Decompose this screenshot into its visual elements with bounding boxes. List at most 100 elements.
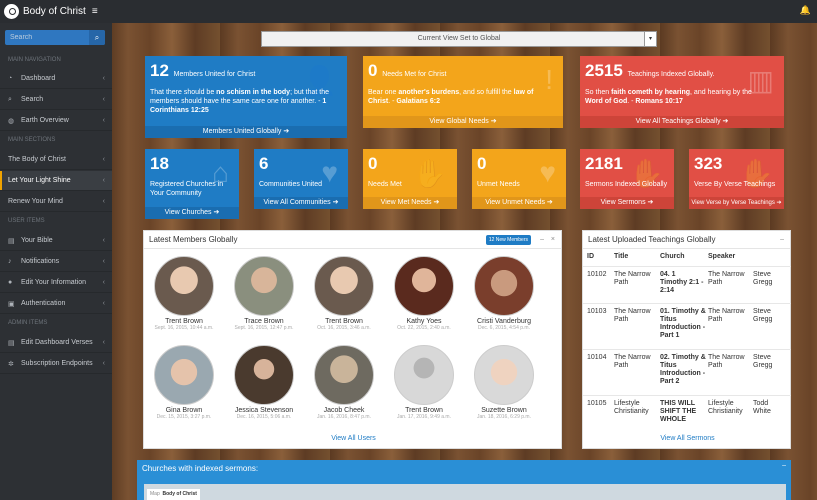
caret-down-icon: ▾: [644, 32, 656, 46]
member-card[interactable]: Jessica Stevenson Dec. 16, 2015, 5:06 a.m…: [224, 345, 304, 420]
sidebar-item-edit-your-information[interactable]: ● Edit Your Information ‹: [0, 273, 112, 293]
members-verse: That there should be no schism in the bo…: [150, 89, 329, 114]
latest-teachings-header: Latest Uploaded Teachings Globally –: [583, 231, 790, 249]
latest-members-title: Latest Members Globally: [149, 235, 238, 244]
member-card[interactable]: Trent Brown Oct. 16, 2015, 3:46 a.m.: [304, 256, 384, 331]
view-churches-link[interactable]: View Churches ➔: [145, 207, 239, 219]
table-row[interactable]: 10103 The Narrow Path 01. Timothy & Titu…: [583, 304, 791, 350]
view-all-sermons-link[interactable]: View All Sermons: [583, 435, 792, 442]
member-card[interactable]: Kathy Yoes Oct. 22, 2015, 2:40 a.m.: [384, 256, 464, 331]
chevron-left-icon: ‹: [102, 177, 105, 184]
section-user-items: USER ITEMS: [8, 218, 45, 224]
minimize-icon[interactable]: –: [540, 231, 544, 249]
sidebar-item-authentication[interactable]: ▣ Authentication ‹: [0, 294, 112, 314]
chevron-left-icon: ‹: [102, 75, 105, 82]
map-type-tab[interactable]: Map Body of Christ: [147, 489, 200, 500]
sidebar-item-search[interactable]: ⌕ Search ‹: [0, 90, 112, 110]
chevron-left-icon: ‹: [102, 237, 105, 244]
chevron-left-icon: ‹: [102, 198, 105, 205]
globe-icon: ◍: [8, 117, 15, 125]
view-sermons-link[interactable]: View Sermons ➔: [580, 197, 674, 209]
avatar: [314, 256, 374, 316]
view-verse-by-verse-link[interactable]: View Verse by Verse Teachings ➔: [689, 197, 784, 209]
latest-teachings-panel: Latest Uploaded Teachings Globally – ID …: [582, 230, 791, 449]
member-card[interactable]: Trent Brown Sept. 16, 2015, 10:44 a.m.: [144, 256, 224, 331]
view-communities-link[interactable]: View All Communities ➔: [254, 197, 348, 209]
user-icon: ●: [8, 279, 13, 286]
unmet-needs-tile: 0 ♥ Unmet Needs View Unmet Needs ➔: [472, 149, 566, 209]
minimize-icon[interactable]: –: [780, 231, 784, 249]
churches-map-panel: Churches with indexed sermons: – Map Bod…: [137, 460, 791, 500]
global-needs-link[interactable]: View Global Needs ➔: [363, 116, 563, 128]
sidebar-item-your-bible[interactable]: ▤ Your Bible ‹: [0, 231, 112, 251]
search-button[interactable]: ⌕: [89, 30, 105, 45]
map-title: Churches with indexed sermons:: [142, 464, 259, 473]
table-row[interactable]: 10102 The Narrow Path 04. 1 Timothy 2:1 …: [583, 267, 791, 304]
map-canvas[interactable]: [144, 484, 786, 500]
view-set-label: Current View Set to Global: [417, 35, 501, 42]
view-met-needs-link[interactable]: View Met Needs ➔: [363, 197, 457, 209]
book-icon: ▤: [8, 339, 15, 347]
sidebar-item-earth-overview[interactable]: ◍ Earth Overview ‹: [0, 111, 112, 131]
chevron-left-icon: ‹: [102, 339, 105, 346]
view-unmet-needs-link[interactable]: View Unmet Needs ➔: [472, 197, 566, 209]
member-card[interactable]: Trent Brown Jan. 17, 2016, 9:49 a.m.: [384, 345, 464, 420]
avatar: [314, 345, 374, 405]
needs-verse: Bear one another's burdens, and so fulfi…: [368, 89, 534, 105]
needs-met-tile: 0 Needs Met for Christ ! Bear one anothe…: [363, 56, 563, 128]
section-main-navigation: MAIN NAVIGATION: [8, 57, 61, 63]
view-all-users-link[interactable]: View All Users: [144, 435, 563, 442]
new-members-badge: 12 New Members: [485, 235, 531, 245]
gear-icon: ✲: [8, 360, 14, 368]
sidebar-item-dashboard[interactable]: ◔ Dashboard ‹: [0, 69, 112, 89]
avatar: [394, 256, 454, 316]
table-row[interactable]: 10104 The Narrow Path 02. Timothy & Titu…: [583, 350, 791, 396]
teachings-indexed-tile: 2515 Teachings Indexed Globally. ▥ So th…: [580, 56, 784, 128]
latest-teachings-title: Latest Uploaded Teachings Globally: [588, 235, 716, 244]
top-bar: Body of Christ ≡ 🔔: [0, 0, 817, 23]
avatar: [474, 256, 534, 316]
member-card[interactable]: Trace Brown Sept. 16, 2015, 12:47 p.m.: [224, 256, 304, 331]
latest-members-header: Latest Members Globally 12 New Members –…: [144, 231, 561, 249]
latest-members-panel: Latest Members Globally 12 New Members –…: [143, 230, 562, 449]
avatar: [474, 345, 534, 405]
section-admin-items: ADMIN ITEMS: [8, 320, 48, 326]
lock-icon: ▣: [8, 300, 15, 308]
chevron-left-icon: ‹: [102, 300, 105, 307]
sidebar-item-let-your-light-shine[interactable]: Let Your Light Shine ‹: [0, 171, 112, 191]
book-icon: ▤: [8, 237, 15, 245]
search-icon: ⌕: [94, 33, 100, 42]
close-icon[interactable]: ×: [551, 231, 555, 249]
member-card[interactable]: Cristi Vanderburg Dec. 6, 2015, 4:54 p.m.: [464, 256, 544, 331]
chevron-left-icon: ‹: [102, 117, 105, 124]
table-row[interactable]: 10105 Lifestyle Christianity THIS WILL S…: [583, 396, 791, 432]
member-card[interactable]: Gina Brown Dec. 15, 2015, 3:27 p.m.: [144, 345, 224, 420]
member-card[interactable]: Suzette Brown Jan. 18, 2016, 6:29 p.m.: [464, 345, 544, 420]
brand[interactable]: Body of Christ ≡: [4, 3, 98, 20]
sidebar-search: ⌕: [5, 30, 105, 45]
sidebar-item-notifications[interactable]: ♪ Notifications ‹: [0, 252, 112, 272]
search-input[interactable]: [5, 30, 89, 45]
bell-icon[interactable]: 🔔: [800, 5, 811, 16]
search-icon: ⌕: [8, 95, 12, 103]
default-avatar-icon: [394, 345, 454, 405]
chevron-left-icon: ‹: [102, 360, 105, 367]
sermons-indexed-tile: 2181 ✋ Sermons Indexed Globally View Ser…: [580, 149, 674, 209]
members-united-link[interactable]: Members United Globally ➔: [145, 126, 347, 138]
view-set-select[interactable]: Current View Set to Global ▾: [261, 31, 657, 47]
needs-met-small-tile: 0 ✋ Needs Met View Met Needs ➔: [363, 149, 457, 209]
minimize-icon[interactable]: –: [782, 462, 786, 469]
avatar: [234, 256, 294, 316]
registered-churches-tile: 18 ⌂ Registered Churches in Your Communi…: [145, 149, 239, 219]
dashboard-icon: ◔: [8, 75, 13, 82]
sidebar-item-renew-your-mind[interactable]: Renew Your Mind ‹: [0, 192, 112, 212]
all-teachings-link[interactable]: View All Teachings Globally ➔: [580, 116, 784, 128]
chevron-left-icon: ‹: [102, 258, 105, 265]
sidebar-item-body-of-christ[interactable]: The Body of Christ ‹: [0, 150, 112, 170]
sidebar-item-edit-dashboard-verses[interactable]: ▤ Edit Dashboard Verses ‹: [0, 333, 112, 353]
section-main-sections: MAIN SECTIONS: [8, 137, 56, 143]
menu-icon[interactable]: ≡: [92, 6, 98, 17]
sidebar-item-subscription-endpoints[interactable]: ✲ Subscription Endpoints ‹: [0, 354, 112, 374]
avatar: [234, 345, 294, 405]
member-card[interactable]: Jacob Cheek Jan. 16, 2016, 8:47 p.m.: [304, 345, 384, 420]
